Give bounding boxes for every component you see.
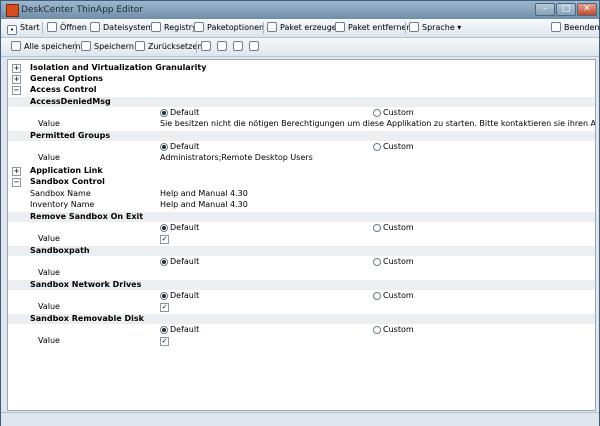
close-button[interactable]: ✕ [577, 3, 597, 16]
remove-package-button[interactable]: Paket entfernen [335, 21, 411, 35]
title-bar[interactable]: DeskCenter ThinApp Editor – □ ✕ [1, 1, 599, 19]
custom-radio[interactable] [373, 326, 381, 334]
sandboxpath-mode: Default Custom [8, 257, 595, 267]
remove-package-icon [335, 22, 345, 32]
collapse-icon[interactable]: − [12, 178, 21, 187]
app-window: DeskCenter ThinApp Editor – □ ✕ • Start Ö… [0, 0, 600, 426]
reset-icon [135, 41, 145, 51]
permitted-groups-header: Permitted Groups [8, 131, 595, 141]
toolbar-tool-3[interactable] [233, 40, 246, 54]
access-denied-msg-mode: Default Custom [8, 108, 595, 118]
tool-1-icon [201, 41, 211, 51]
options-tree: + Isolation and Virtualization Granulari… [7, 59, 596, 411]
package-options-button[interactable]: Paketoptionen [194, 21, 264, 35]
toolbar-separator [263, 22, 264, 34]
sandbox-removable-mode: Default Custom [8, 325, 595, 335]
tool-4-icon [249, 41, 259, 51]
app-icon [6, 4, 19, 17]
tree-node-isolation[interactable]: + Isolation and Virtualization Granulari… [8, 63, 595, 73]
exit-icon [551, 22, 561, 32]
maximize-button[interactable]: □ [556, 3, 576, 16]
save-button[interactable]: Speichern [81, 40, 134, 54]
value-checkbox[interactable]: ✓ [160, 235, 169, 244]
value-checkbox[interactable]: ✓ [160, 337, 169, 346]
custom-radio[interactable] [373, 143, 381, 151]
build-package-icon [267, 22, 277, 32]
tree-node-application-link[interactable]: + Application Link [8, 166, 595, 176]
inventory-name-row: Inventory Name Help and Manual 4.30 [30, 200, 248, 209]
sandboxpath-value-row: Value [38, 268, 60, 277]
custom-radio[interactable] [373, 109, 381, 117]
toolbar-tool-2[interactable] [217, 40, 230, 54]
package-options-icon [194, 22, 204, 32]
start-icon: • [7, 25, 17, 35]
language-dropdown[interactable]: Sprache ▾ [409, 21, 461, 35]
build-package-button[interactable]: Paket erzeugen [267, 21, 342, 35]
tool-2-icon [217, 41, 227, 51]
remove-sandbox-mode: Default Custom [8, 223, 595, 233]
default-radio[interactable] [160, 326, 168, 334]
sandbox-network-header: Sandbox Network Drives [8, 280, 595, 290]
registry-button[interactable]: Registry [151, 21, 197, 35]
sandbox-removable-header: Sandbox Removable Disk [8, 314, 595, 324]
save-all-button[interactable]: Alle speichern [11, 40, 80, 54]
main-toolbar: • Start Öffnen Dateisystem Registry Paket… [1, 19, 599, 38]
file-system-button[interactable]: Dateisystem [90, 21, 153, 35]
default-radio[interactable] [160, 292, 168, 300]
default-radio[interactable] [160, 224, 168, 232]
toolbar-separator [405, 22, 406, 34]
remove-sandbox-value-row: Value ✓ [38, 234, 169, 244]
tree-node-general[interactable]: + General Options [8, 74, 595, 84]
default-radio[interactable] [160, 258, 168, 266]
minimize-button[interactable]: – [535, 3, 555, 16]
remove-sandbox-header: Remove Sandbox On Exit [8, 212, 595, 222]
sandbox-network-mode: Default Custom [8, 291, 595, 301]
reset-button[interactable]: Zurücksetzen [135, 40, 202, 54]
start-button[interactable]: • Start [7, 21, 40, 35]
access-denied-msg-header: AccessDeniedMsg [8, 97, 595, 107]
sandbox-network-value-row: Value ✓ [38, 302, 169, 312]
toolbar-tool-1[interactable] [201, 40, 214, 54]
access-denied-msg-value-row: Value Sie besitzen nicht die nötigen Ber… [38, 119, 596, 128]
window-title: DeskCenter ThinApp Editor [21, 5, 144, 15]
custom-radio[interactable] [373, 258, 381, 266]
collapse-icon[interactable]: − [12, 86, 21, 95]
folder-icon [47, 22, 57, 32]
custom-radio[interactable] [373, 224, 381, 232]
sandboxpath-header: Sandboxpath [8, 246, 595, 256]
toolbar-separator [196, 41, 197, 53]
tree-node-sandbox-control[interactable]: − Sandbox Control [8, 177, 595, 187]
tool-3-icon [233, 41, 243, 51]
expand-icon[interactable]: + [12, 167, 21, 176]
toolbar-tool-4[interactable] [249, 40, 262, 54]
registry-icon [151, 22, 161, 32]
default-radio[interactable] [160, 109, 168, 117]
exit-button[interactable]: Beenden [551, 21, 599, 35]
file-system-icon [90, 22, 100, 32]
tree-node-access-control[interactable]: − Access Control [8, 85, 595, 95]
permitted-groups-value-row: Value Administrators;Remote Desktop User… [38, 153, 313, 162]
toolbar-separator [75, 41, 76, 53]
custom-radio[interactable] [373, 292, 381, 300]
expand-icon[interactable]: + [12, 64, 21, 73]
expand-icon[interactable]: + [12, 75, 21, 84]
default-radio[interactable] [160, 143, 168, 151]
sandbox-name-row: Sandbox Name Help and Manual 4.30 [30, 189, 248, 198]
save-toolbar: Alle speichern Speichern Zurücksetzen [1, 38, 599, 57]
save-icon [81, 41, 91, 51]
save-all-icon [11, 41, 21, 51]
status-bar [1, 412, 599, 426]
toolbar-separator [42, 22, 43, 34]
language-icon [409, 22, 419, 32]
value-checkbox[interactable]: ✓ [160, 303, 169, 312]
permitted-groups-mode: Default Custom [8, 142, 595, 152]
sandbox-removable-value-row: Value ✓ [38, 336, 169, 346]
open-button[interactable]: Öffnen [47, 21, 87, 35]
chevron-down-icon: ▾ [454, 23, 462, 32]
